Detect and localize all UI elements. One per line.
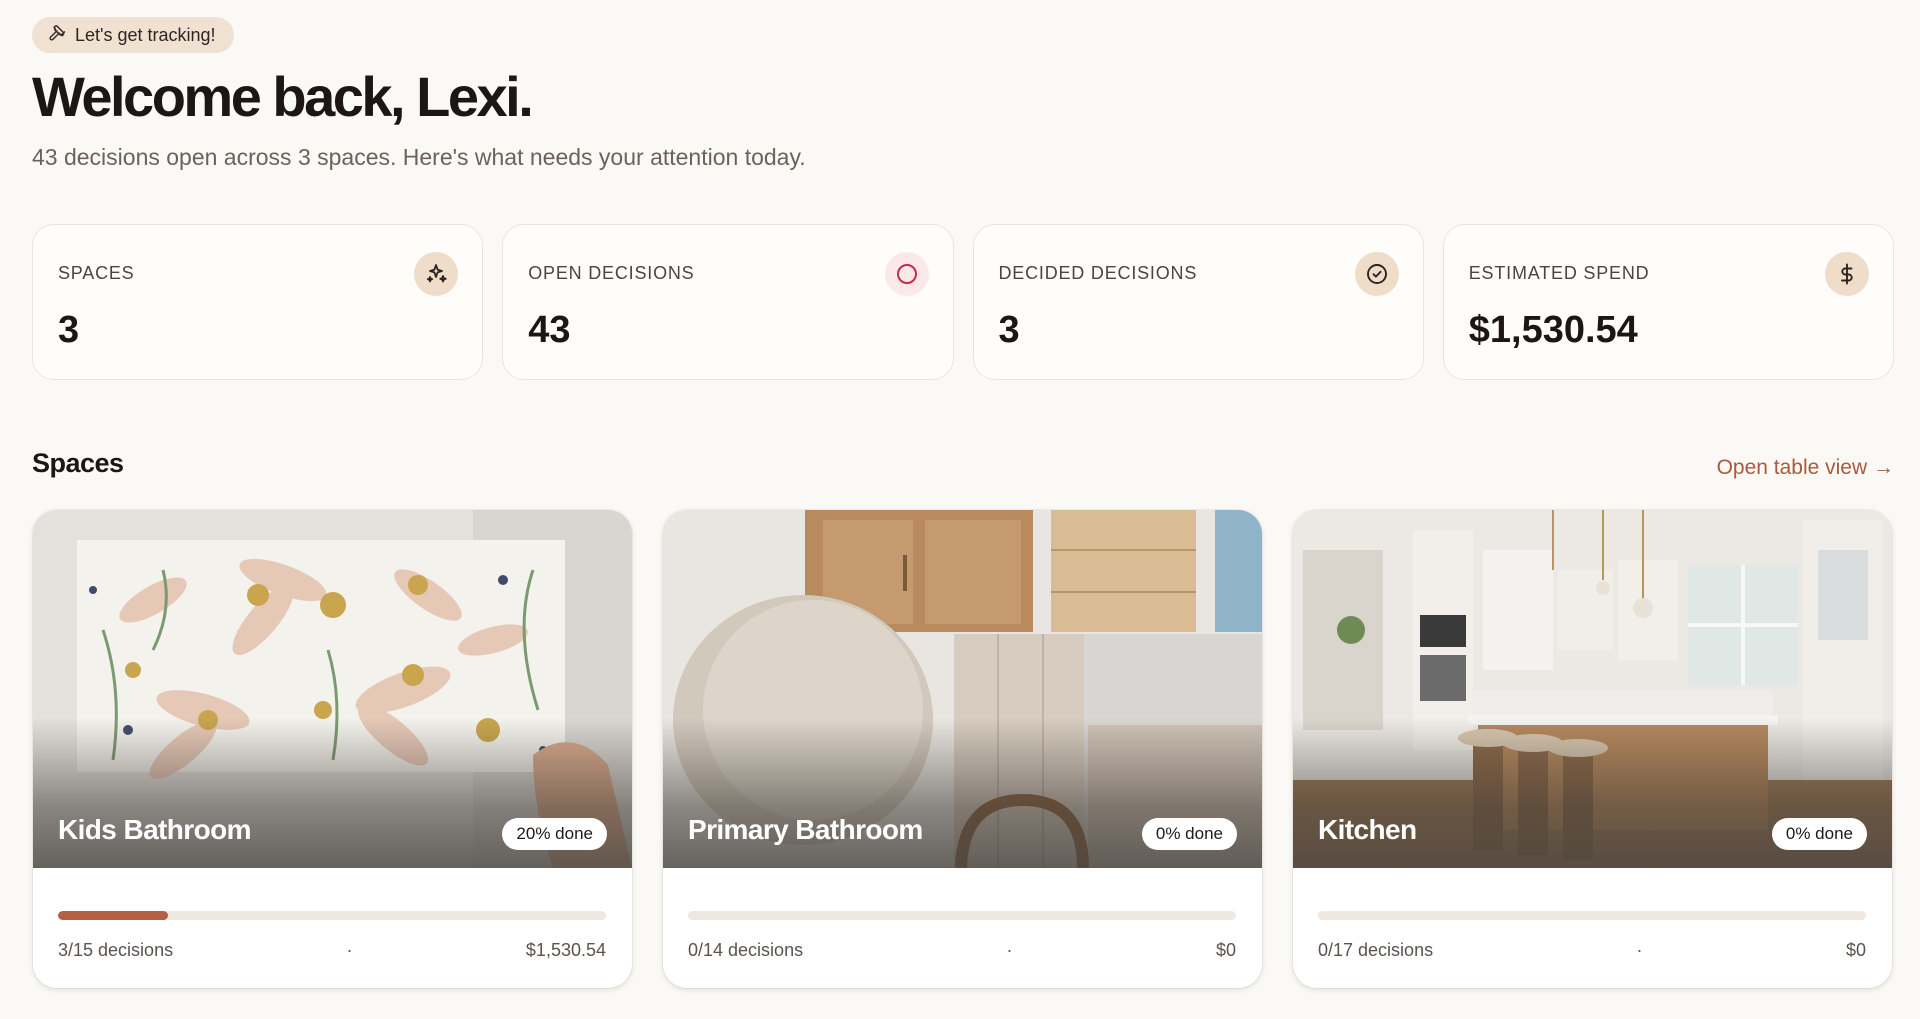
progress-bar (1318, 911, 1866, 920)
check-circle-icon (1354, 252, 1399, 296)
decision-count: 3/15 decisions (58, 940, 174, 960)
stat-value: 3 (58, 309, 80, 351)
separator-dot: · (1006, 940, 1013, 960)
progress-bar (58, 911, 606, 920)
decision-count: 0/17 decisions (1318, 940, 1434, 960)
stat-card-decided-decisions: DECIDED DECISIONS 3 (972, 224, 1424, 380)
separator-dot: · (346, 940, 353, 960)
hammer-icon (48, 24, 66, 47)
dollar-icon (1825, 252, 1869, 296)
space-spend: $1,530.54 (525, 940, 606, 960)
pill-label: Let's get tracking! (75, 24, 216, 45)
circle-icon (884, 252, 929, 296)
space-meta: 3/15 decisions · $1,530.54 (58, 940, 606, 961)
space-meta: 0/17 decisions · $0 (1318, 940, 1866, 961)
material-moodboard-photo: Primary Bathroom 0% done (663, 510, 1262, 868)
stat-card-estimated-spend: ESTIMATED SPEND $1,530.54 (1442, 224, 1894, 380)
space-spend: $0 (1215, 940, 1236, 960)
spaces-grid: Kids Bathroom 20% done 3/15 decisions · … (33, 510, 1893, 988)
space-name: Kids Bathroom (58, 814, 251, 845)
open-table-view-link[interactable]: Open table view → (1717, 456, 1894, 480)
stat-value: $1,530.54 (1468, 309, 1638, 351)
stat-label: DECIDED DECISIONS (998, 263, 1198, 283)
progress-badge: 20% done (502, 818, 607, 850)
page-title: Welcome back, Lexi. (32, 65, 534, 128)
progress-bar (688, 911, 1236, 920)
floral-tile-photo: Kids Bathroom 20% done (33, 510, 632, 868)
decision-count: 0/14 decisions (688, 940, 804, 960)
progress-badge: 0% done (1141, 818, 1237, 850)
separator-dot: · (1636, 940, 1643, 960)
progress-fill (58, 911, 168, 920)
space-spend: $0 (1845, 940, 1866, 960)
sparkles-icon (414, 252, 459, 296)
space-card-kitchen[interactable]: Kitchen 0% done 0/17 decisions · $0 (1293, 510, 1892, 988)
space-name: Kitchen (1318, 814, 1417, 845)
stat-label: ESTIMATED SPEND (1468, 263, 1650, 283)
stat-card-spaces: SPACES 3 (32, 224, 484, 380)
progress-badge: 0% done (1771, 818, 1867, 850)
dashboard-page: Let's get tracking! Welcome back, Lexi. … (0, 0, 1920, 1019)
space-card-kids-bathroom[interactable]: Kids Bathroom 20% done 3/15 decisions · … (33, 510, 632, 988)
stat-card-open-decisions: OPEN DECISIONS 43 (502, 224, 954, 380)
spaces-heading: Spaces (32, 448, 124, 478)
stat-label: OPEN DECISIONS (528, 263, 695, 283)
stats-row: SPACES 3 OPEN DECISIONS 43 DECIDED DECIS… (32, 224, 1894, 380)
stat-label: SPACES (58, 263, 135, 283)
space-meta: 0/14 decisions · $0 (688, 940, 1236, 961)
kitchen-photo: Kitchen 0% done (1293, 510, 1892, 868)
page-subtitle: 43 decisions open across 3 spaces. Here'… (32, 144, 806, 170)
stat-value: 43 (528, 309, 571, 351)
space-card-primary-bathroom[interactable]: Primary Bathroom 0% done 0/14 decisions … (663, 510, 1262, 988)
tracking-pill: Let's get tracking! (32, 17, 234, 53)
space-name: Primary Bathroom (688, 814, 923, 845)
stat-value: 3 (998, 309, 1020, 351)
